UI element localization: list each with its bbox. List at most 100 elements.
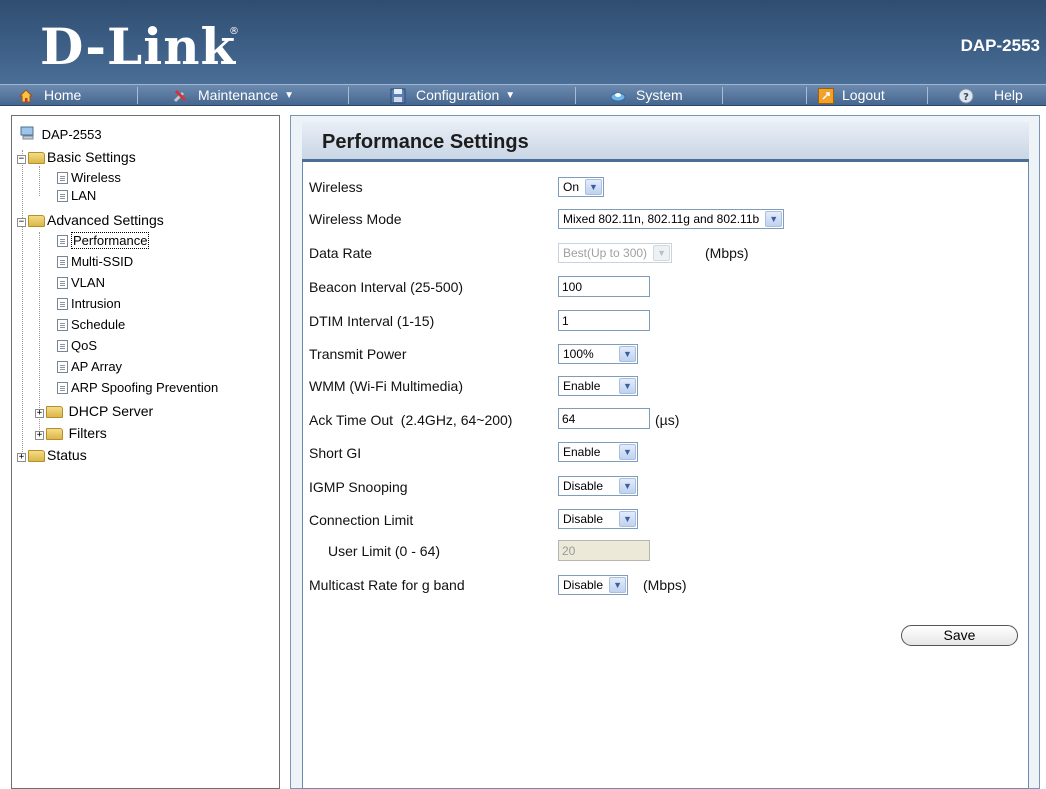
nav-separator	[575, 87, 576, 104]
tree-filters[interactable]: + Filters	[35, 425, 107, 442]
nav-maintenance-label: Maintenance	[198, 87, 279, 103]
nav-logout-label: Logout	[842, 87, 885, 103]
tree-connector	[39, 166, 40, 196]
data-rate-select[interactable]: Best(Up to 300) ▼	[558, 243, 673, 263]
chevron-down-icon: ▼	[619, 511, 636, 527]
page-icon	[57, 190, 68, 202]
nav-help-label: Help	[994, 87, 1023, 103]
user-limit-input[interactable]	[558, 540, 650, 561]
connection-limit-select[interactable]: Disable ▼	[558, 509, 638, 529]
tree-status-label: Status	[47, 447, 87, 463]
tree-item-label: Schedule	[71, 317, 126, 332]
nav-separator	[348, 87, 349, 104]
folder-open-icon	[28, 215, 45, 227]
tree-item-multi-ssid[interactable]: Multi-SSID	[57, 254, 133, 270]
tree-dhcp-server[interactable]: + DHCP Server	[35, 403, 153, 420]
chevron-down-icon: ▼	[653, 245, 671, 261]
collapse-icon[interactable]: −	[17, 155, 26, 164]
page-icon	[57, 256, 68, 268]
computer-icon	[20, 125, 36, 140]
tree-basic-settings-label: Basic Settings	[47, 149, 136, 165]
page-icon	[57, 172, 68, 184]
tree-item-label: ARP Spoofing Prevention	[71, 380, 219, 395]
igmp-snooping-select[interactable]: Disable ▼	[558, 476, 638, 496]
top-nav-bar: Home Maintenance ▼ Configuration ▼ Syste…	[0, 84, 1046, 106]
chevron-down-icon: ▼	[619, 444, 636, 460]
nav-help[interactable]: ? Help	[958, 85, 1023, 106]
save-disk-icon	[390, 88, 406, 104]
expand-icon[interactable]: +	[35, 431, 44, 440]
tree-item-label: QoS	[71, 338, 98, 353]
tree-item-performance[interactable]: Performance	[57, 232, 150, 249]
transmit-power-value: 100%	[563, 347, 594, 361]
tree-item-intrusion[interactable]: Intrusion	[57, 296, 121, 312]
nav-home[interactable]: Home	[18, 85, 81, 106]
tree-item-label: AP Array	[71, 359, 123, 374]
nav-logout[interactable]: Logout	[818, 85, 885, 106]
user-limit-label: User Limit (0 - 64)	[328, 543, 441, 559]
tree-item-label: Performance	[71, 232, 150, 249]
tree-root[interactable]: DAP-2553	[20, 125, 102, 143]
tree-item-label: Intrusion	[71, 296, 121, 311]
page-title: Performance Settings	[322, 131, 529, 153]
home-icon	[18, 88, 34, 104]
dtim-interval-label: DTIM Interval (1-15)	[309, 313, 435, 329]
nav-separator	[927, 87, 928, 104]
multicast-rate-select[interactable]: Disable ▼	[558, 575, 629, 595]
chevron-down-icon: ▼	[609, 577, 627, 593]
wireless-select[interactable]: On ▼	[558, 177, 605, 197]
data-rate-label: Data Rate	[309, 245, 373, 261]
chevron-down-icon: ▼	[765, 211, 783, 227]
tree-item-lan[interactable]: LAN	[57, 188, 96, 204]
nav-maintenance[interactable]: Maintenance ▼	[172, 85, 294, 106]
ack-timeout-input[interactable]	[558, 408, 650, 429]
chevron-down-icon: ▼	[284, 90, 295, 101]
collapse-icon[interactable]: −	[17, 218, 26, 227]
multicast-rate-unit: (Mbps)	[643, 577, 687, 593]
page-icon	[57, 298, 68, 310]
wmm-select[interactable]: Enable ▼	[558, 376, 638, 396]
tree-item-arp-spoofing[interactable]: ARP Spoofing Prevention	[57, 380, 218, 396]
save-button[interactable]: Save	[901, 625, 1018, 646]
expand-icon[interactable]: +	[17, 453, 26, 462]
beacon-interval-label: Beacon Interval (25-500)	[309, 279, 464, 295]
page-icon	[57, 382, 68, 394]
chevron-down-icon: ▼	[619, 346, 636, 362]
data-rate-value: Best(Up to 300)	[563, 246, 648, 260]
wireless-mode-select[interactable]: Mixed 802.11n, 802.11g and 802.11b ▼	[558, 209, 785, 229]
tree-item-label: VLAN	[71, 275, 105, 290]
nav-system-label: System	[636, 87, 683, 103]
tree-item-wireless[interactable]: Wireless	[57, 170, 121, 186]
short-gi-label: Short GI	[309, 445, 362, 461]
igmp-snooping-value: Disable	[563, 479, 604, 493]
beacon-interval-input[interactable]	[558, 276, 650, 297]
dtim-interval-input[interactable]	[558, 310, 650, 331]
tree-item-schedule[interactable]: Schedule	[57, 317, 125, 333]
tree-item-vlan[interactable]: VLAN	[57, 275, 105, 291]
transmit-power-select[interactable]: 100% ▼	[558, 344, 638, 364]
tree-basic-settings[interactable]: − Basic Settings	[17, 149, 136, 166]
tree-filters-label: Filters	[68, 425, 107, 441]
tree-item-qos[interactable]: QoS	[57, 338, 97, 354]
tree-item-ap-array[interactable]: AP Array	[57, 359, 122, 375]
multicast-rate-value: Disable	[563, 578, 604, 592]
page-title-bar: Performance Settings	[302, 122, 1029, 162]
wireless-value: On	[563, 180, 580, 194]
registered-mark: ®	[229, 26, 239, 37]
nav-system[interactable]: System	[610, 85, 683, 106]
logout-icon	[818, 87, 834, 104]
short-gi-select[interactable]: Enable ▼	[558, 442, 638, 462]
system-icon	[610, 88, 626, 104]
wmm-label: WMM (Wi-Fi Multimedia)	[309, 378, 463, 394]
model-name: DAP-2553	[960, 36, 1040, 55]
tree-dhcp-server-label: DHCP Server	[68, 403, 154, 419]
tree-status[interactable]: + Status	[17, 447, 87, 464]
chevron-down-icon: ▼	[619, 378, 636, 394]
dlink-logo: D-Link	[40, 17, 237, 76]
tree-advanced-settings[interactable]: − Advanced Settings	[17, 212, 164, 229]
tree-connector	[39, 232, 40, 432]
chevron-down-icon: ▼	[585, 179, 603, 195]
data-rate-unit: (Mbps)	[705, 245, 749, 261]
nav-configuration[interactable]: Configuration ▼	[390, 85, 515, 106]
expand-icon[interactable]: +	[35, 409, 44, 418]
